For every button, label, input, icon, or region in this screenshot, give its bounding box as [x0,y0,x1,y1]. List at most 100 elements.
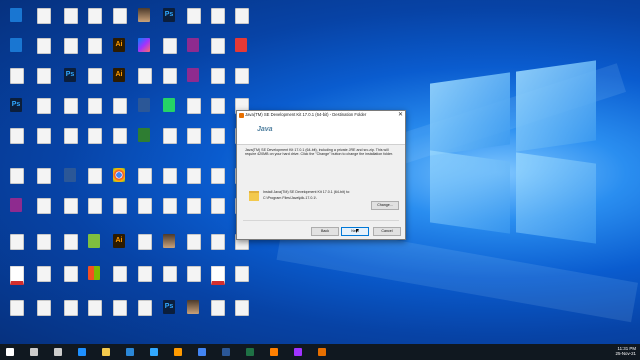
desktop-icon[interactable] [181,98,205,128]
desktop-icon[interactable] [107,266,131,296]
desktop-icon[interactable] [107,98,131,128]
clock[interactable]: 11:31 PM 25-Nov-21 [616,346,637,356]
desktop-icon[interactable] [4,68,28,98]
desktop-icon[interactable] [157,266,181,296]
desktop-icon[interactable] [4,168,28,198]
desktop-icon[interactable] [229,266,253,296]
desktop-icon[interactable] [107,198,131,228]
desktop-icon[interactable] [157,234,181,264]
desktop-icon[interactable] [31,98,55,128]
desktop-icon[interactable] [107,300,131,330]
desktop-icon[interactable] [181,168,205,198]
desktop-icon[interactable] [82,128,106,158]
desktop-icon[interactable] [157,198,181,228]
desktop-icon[interactable] [4,234,28,264]
desktop-icon[interactable] [58,168,82,198]
desktop-icon[interactable] [181,198,205,228]
ps-icon[interactable] [150,348,158,356]
desktop-icon[interactable] [181,68,205,98]
desktop-icon[interactable]: Ai [107,234,131,264]
chrome-icon[interactable] [198,348,206,356]
desktop-icon[interactable] [107,128,131,158]
desktop-icon[interactable] [82,168,106,198]
desktop-icon[interactable] [58,234,82,264]
desktop-icon[interactable] [58,300,82,330]
desktop-icon[interactable] [31,198,55,228]
desktop-icon[interactable]: Ps [157,8,181,38]
ai-icon[interactable] [174,348,182,356]
desktop-icon[interactable] [205,234,229,264]
desktop-icon[interactable] [82,300,106,330]
desktop-icon[interactable] [31,38,55,68]
desktop-icon[interactable] [58,38,82,68]
desktop-icon[interactable] [132,234,156,264]
desktop-icon[interactable] [4,198,28,228]
desktop-icon[interactable] [132,168,156,198]
desktop-icon[interactable] [31,234,55,264]
search-icon[interactable] [30,348,38,356]
desktop-icon[interactable] [132,128,156,158]
desktop-icon[interactable] [157,38,181,68]
desktop-icon[interactable] [181,300,205,330]
desktop-icon[interactable] [132,198,156,228]
desktop-icon[interactable] [181,128,205,158]
dialog-titlebar[interactable]: Java(TM) SE Development Kit 17.0.1 (64-b… [237,111,405,120]
desktop-icon[interactable] [4,128,28,158]
desktop-icon[interactable] [58,266,82,296]
desktop-icon[interactable] [181,234,205,264]
desktop-icon[interactable] [31,68,55,98]
back-button[interactable]: Back [311,227,339,236]
desktop-icon[interactable] [82,8,106,38]
desktop-icon[interactable] [58,198,82,228]
desktop-icon[interactable] [107,168,131,198]
task-view-icon[interactable] [54,348,62,356]
desktop-icon[interactable]: Ps [4,98,28,128]
next-button[interactable]: Next [341,227,369,236]
desktop-icon[interactable] [157,98,181,128]
desktop-icon[interactable] [132,98,156,128]
store-icon[interactable] [126,348,134,356]
desktop-icon[interactable] [4,8,28,38]
desktop-icon[interactable] [205,38,229,68]
desktop-icon[interactable] [181,266,205,296]
desktop-icon[interactable] [205,98,229,128]
desktop-icon[interactable] [82,198,106,228]
desktop-icon[interactable] [229,8,253,38]
desktop-icon[interactable] [205,300,229,330]
desktop-icon[interactable] [205,168,229,198]
start-icon[interactable] [6,348,14,356]
desktop-icon[interactable] [58,98,82,128]
desktop-icon[interactable] [205,198,229,228]
desktop-icon[interactable] [205,8,229,38]
desktop-icon[interactable] [31,8,55,38]
desktop-icon[interactable] [229,68,253,98]
desktop-icon[interactable]: Ai [107,68,131,98]
desktop-icon[interactable] [157,128,181,158]
cancel-button[interactable]: Cancel [373,227,401,236]
desktop-icon[interactable] [31,266,55,296]
desktop-icon[interactable] [31,168,55,198]
desktop-icon[interactable] [132,266,156,296]
java-icon[interactable] [318,348,326,356]
close-icon[interactable]: ✕ [398,111,403,118]
desktop-icon[interactable] [31,300,55,330]
desktop-icon[interactable] [132,68,156,98]
desktop-icon[interactable] [229,300,253,330]
desktop-icon[interactable] [58,128,82,158]
excel-icon[interactable] [246,348,254,356]
word-icon[interactable] [222,348,230,356]
desktop-icon[interactable] [4,266,28,296]
desktop-icon[interactable] [4,300,28,330]
desktop-icon[interactable] [107,8,131,38]
desktop-icon[interactable] [31,128,55,158]
desktop-icon[interactable] [82,38,106,68]
desktop-icon[interactable] [82,68,106,98]
desktop-icon[interactable] [229,38,253,68]
desktop-icon[interactable] [58,8,82,38]
explorer-icon[interactable] [102,348,110,356]
desktop-icon[interactable] [82,266,106,296]
desktop-icon[interactable] [132,8,156,38]
desktop-icon[interactable] [181,8,205,38]
desktop-icon[interactable] [4,38,28,68]
desktop-icon[interactable]: Ai [107,38,131,68]
